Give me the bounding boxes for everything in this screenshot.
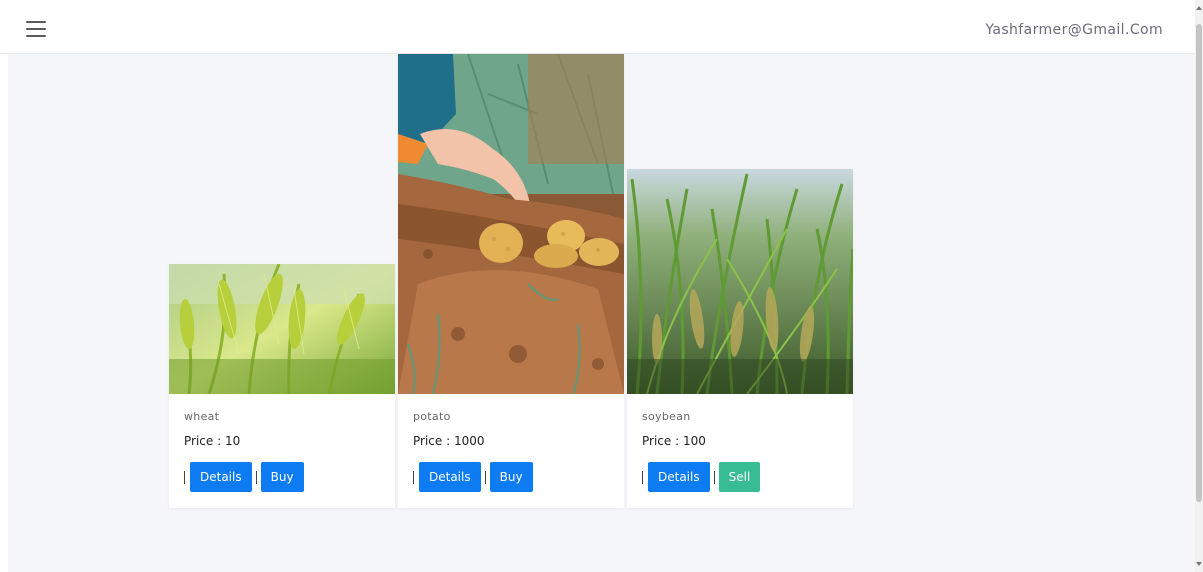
sell-button[interactable]: Sell — [718, 462, 761, 492]
details-button[interactable]: Details — [190, 462, 252, 492]
product-price: Price : 1000 — [413, 434, 485, 448]
product-name: soybean — [642, 410, 691, 423]
potato-image — [398, 54, 624, 394]
separator — [184, 470, 185, 484]
product-name: potato — [413, 410, 451, 423]
separator — [642, 470, 643, 484]
vertical-scrollbar[interactable] — [1195, 0, 1203, 572]
hamburger-menu-icon[interactable] — [26, 21, 46, 37]
product-name: wheat — [184, 410, 220, 423]
scroll-up-arrow-icon[interactable] — [1196, 6, 1202, 10]
top-navbar: Yashfarmer@Gmail.Com — [0, 0, 1203, 54]
details-button[interactable]: Details — [419, 462, 481, 492]
card-actions: Details Buy — [413, 462, 533, 492]
product-card-wheat: wheat Price : 10 Details Buy — [169, 264, 395, 508]
separator — [484, 470, 486, 484]
user-email[interactable]: Yashfarmer@Gmail.Com — [985, 22, 1163, 38]
details-button[interactable]: Details — [648, 462, 710, 492]
product-card-soybean: soybean Price : 100 Details Sell — [627, 169, 853, 508]
separator — [713, 470, 715, 484]
separator — [255, 470, 257, 484]
main-content: wheat Price : 10 Details Buy potato Pric… — [8, 54, 1195, 572]
card-actions: Details Buy — [184, 462, 304, 492]
buy-button[interactable]: Buy — [489, 462, 533, 492]
separator — [413, 470, 414, 484]
soybean-image — [627, 169, 853, 394]
scrollbar-thumb[interactable] — [1196, 24, 1202, 502]
product-price: Price : 10 — [184, 434, 241, 448]
product-price: Price : 100 — [642, 434, 706, 448]
wheat-image — [169, 264, 395, 394]
product-card-potato: potato Price : 1000 Details Buy — [398, 54, 624, 508]
scroll-down-arrow-icon[interactable] — [1196, 562, 1202, 566]
card-actions: Details Sell — [642, 462, 761, 492]
buy-button[interactable]: Buy — [260, 462, 304, 492]
